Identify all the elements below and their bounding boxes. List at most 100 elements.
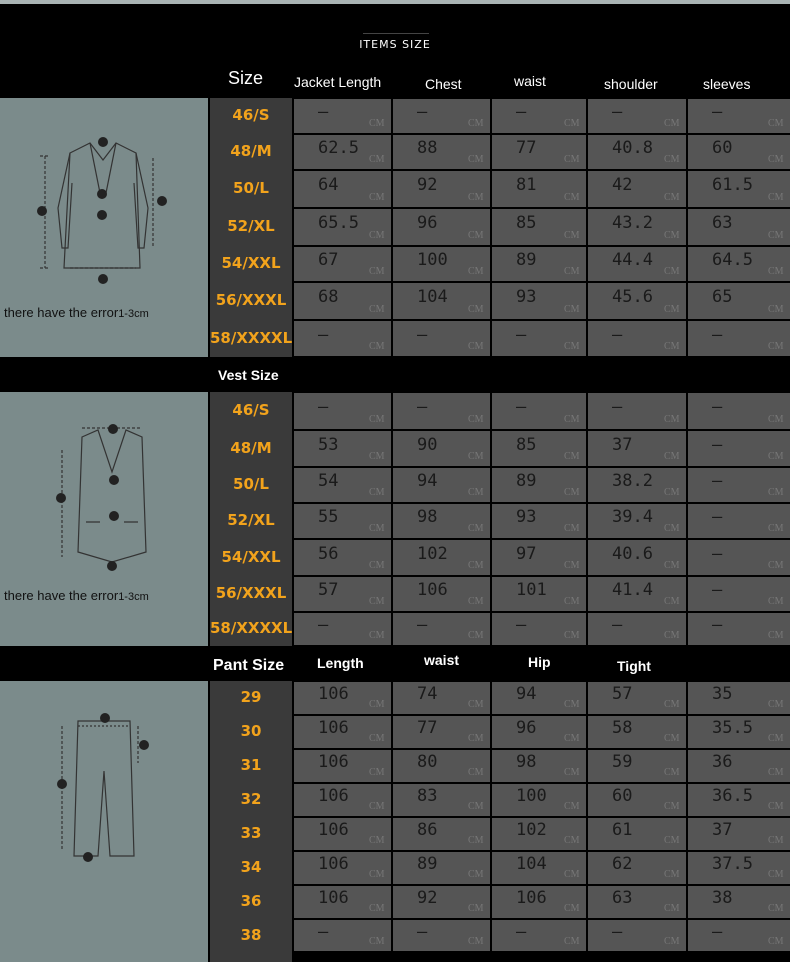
jacket-value: 92 <box>417 175 438 195</box>
pant-unit-label: CM <box>664 699 680 710</box>
jacket-unit-label: CM <box>768 192 784 203</box>
pant-unit-label: CM <box>369 767 385 778</box>
pant-value: 89 <box>417 854 438 874</box>
vest-unit-label: CM <box>664 487 680 498</box>
jacket-size-label: 58/XXXXL <box>210 329 293 347</box>
jacket-unit-label: CM <box>564 230 580 241</box>
jacket-error-note: there have the error1-3cm <box>4 305 149 320</box>
vest-unit-label: CM <box>369 630 385 641</box>
pant-unit-label: CM <box>768 699 784 710</box>
jacket-unit-label: CM <box>564 341 580 352</box>
pant-value: 98 <box>516 752 537 772</box>
jacket-unit-label: CM <box>564 154 580 165</box>
jacket-error-note-range: 1-3cm <box>118 308 149 320</box>
vest-error-note-range: 1-3cm <box>118 591 149 603</box>
pant-value: 83 <box>417 786 438 806</box>
vest-value: — <box>712 471 723 491</box>
vest-unit-label: CM <box>664 523 680 534</box>
jacket-col-waist: waist <box>514 73 546 89</box>
vest-error-note-text: there have the error <box>4 588 119 603</box>
jacket-col-chest: Chest <box>425 76 462 92</box>
jacket-value: — <box>712 325 723 345</box>
pant-unit-label: CM <box>564 903 580 914</box>
pant-diagram <box>57 713 149 862</box>
pant-unit-label: CM <box>369 869 385 880</box>
jacket-value: 89 <box>516 250 537 270</box>
pant-unit-label: CM <box>664 835 680 846</box>
pant-unit-label: CM <box>664 936 680 947</box>
pant-unit-label: CM <box>768 767 784 778</box>
pant-unit-label: CM <box>468 767 484 778</box>
vest-unit-label: CM <box>664 451 680 462</box>
jacket-value: 64.5 <box>712 250 753 270</box>
pant-unit-label: CM <box>468 801 484 812</box>
pant-value: 77 <box>417 718 438 738</box>
jacket-col-length: Jacket Length <box>294 74 382 90</box>
pant-value: 35 <box>712 684 733 704</box>
jacket-unit-label: CM <box>768 266 784 277</box>
vest-unit-label: CM <box>664 596 680 607</box>
jacket-value: 85 <box>516 213 537 233</box>
jacket-value: 67 <box>318 250 339 270</box>
jacket-value: 96 <box>417 213 438 233</box>
pant-size-label: 31 <box>240 756 262 774</box>
jacket-unit-label: CM <box>468 230 484 241</box>
jacket-unit-label: CM <box>564 304 580 315</box>
jacket-unit-label: CM <box>369 230 385 241</box>
pant-value: 38 <box>712 888 733 908</box>
pant-size-label: 38 <box>240 926 262 944</box>
pant-unit-label: CM <box>564 699 580 710</box>
pant-value: 61 <box>612 820 633 840</box>
jacket-unit-label: CM <box>768 118 784 129</box>
jacket-col-shoulder: shoulder <box>604 76 658 92</box>
pant-value: 106 <box>318 786 349 806</box>
jacket-value: — <box>612 325 623 345</box>
vest-value: — <box>612 615 623 635</box>
jacket-value: 88 <box>417 138 438 158</box>
pant-unit-label: CM <box>468 869 484 880</box>
vest-unit-label: CM <box>768 630 784 641</box>
jacket-size-label: 52/XL <box>227 217 275 235</box>
pant-unit-label: CM <box>768 835 784 846</box>
pant-unit-label: CM <box>768 936 784 947</box>
jacket-value: — <box>712 102 723 122</box>
vest-value: 55 <box>318 507 339 527</box>
vest-value: — <box>712 397 723 417</box>
jacket-value: — <box>318 325 329 345</box>
jacket-value: 93 <box>516 287 537 307</box>
pant-unit-label: CM <box>564 801 580 812</box>
pant-value: 57 <box>612 684 633 704</box>
jacket-value: 68 <box>318 287 339 307</box>
jacket-value: 42 <box>612 175 633 195</box>
pant-size-label: 36 <box>240 892 262 910</box>
jacket-value: 65 <box>712 287 733 307</box>
jacket-unit-label: CM <box>564 118 580 129</box>
jacket-unit-label: CM <box>564 192 580 203</box>
vest-unit-label: CM <box>564 487 580 498</box>
jacket-value: — <box>417 102 428 122</box>
pant-unit-label: CM <box>369 699 385 710</box>
pant-unit-label: CM <box>664 903 680 914</box>
vest-unit-label: CM <box>768 596 784 607</box>
vest-unit-label: CM <box>369 523 385 534</box>
vest-value: 38.2 <box>612 471 653 491</box>
jacket-unit-label: CM <box>468 341 484 352</box>
vest-unit-label: CM <box>468 630 484 641</box>
pant-unit-label: CM <box>468 733 484 744</box>
pant-value: 104 <box>516 854 547 874</box>
jacket-unit-label: CM <box>664 230 680 241</box>
vest-unit-label: CM <box>564 630 580 641</box>
vest-value: 102 <box>417 544 448 564</box>
vest-unit-label: CM <box>369 487 385 498</box>
jacket-unit-label: CM <box>664 154 680 165</box>
vest-error-note: there have the error1-3cm <box>4 588 149 603</box>
pant-value: 106 <box>318 888 349 908</box>
pant-unit-label: CM <box>468 699 484 710</box>
pant-value: 94 <box>516 684 537 704</box>
pant-value: 59 <box>612 752 633 772</box>
vest-size-label: 46/S <box>232 401 270 419</box>
pant-value: — <box>712 922 723 942</box>
vest-value: — <box>318 397 329 417</box>
pant-value: — <box>612 922 623 942</box>
jacket-unit-label: CM <box>468 304 484 315</box>
